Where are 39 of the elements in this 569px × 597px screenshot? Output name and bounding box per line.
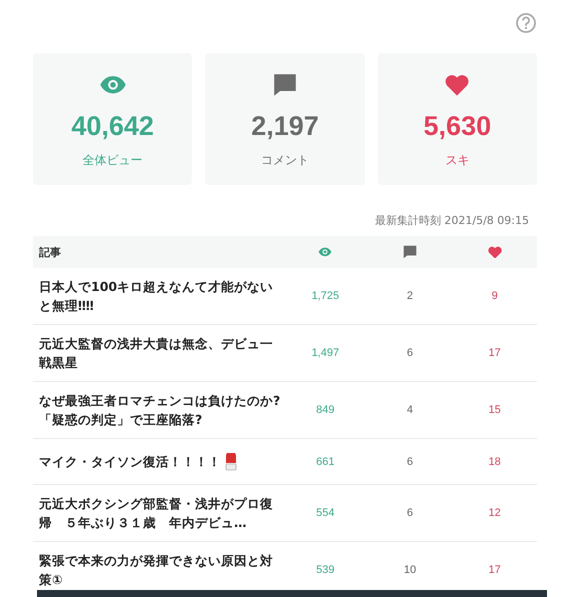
table-cell-text: 661	[315, 456, 336, 468]
table-cell-text: 6	[406, 507, 414, 519]
article-title-link[interactable]: マイク・タイソン復活！！！！	[39, 452, 221, 471]
table-cell-text: 539	[315, 564, 336, 576]
article-title-link[interactable]: なぜ最強王者ロマチェンコは負けたのか?「疑惑の判定」で王座陥落?	[39, 391, 283, 429]
eye-icon	[318, 247, 332, 257]
table-cell-text: 2	[406, 290, 414, 302]
table-cell-text: 18	[488, 456, 502, 468]
table-cell-text: 554	[315, 507, 336, 519]
article-title-link[interactable]: 元近大監督の浅井大貴は無念、デビュ一戦黒星	[39, 334, 283, 372]
table-cell-text: 15	[488, 404, 502, 416]
table-cell-text: 17	[488, 347, 502, 359]
table-cell-text: 4	[406, 404, 414, 416]
stat-value: 2,197	[251, 111, 319, 142]
table-cell-text: 6	[406, 347, 414, 359]
table-cell-text: 9	[490, 290, 499, 302]
table-cell-text: 849	[315, 404, 336, 416]
stat-value: 40,642	[71, 111, 154, 142]
help-icon[interactable]	[515, 12, 537, 34]
speech-bubble-icon	[402, 245, 417, 259]
article-title-link[interactable]: 緊張で本来の力が発揮できない原因と対策①	[39, 551, 283, 589]
table-cell-text: 1,497	[310, 347, 340, 359]
updated-time: 最新集計時刻 2021/5/8 09:15	[374, 213, 530, 228]
heart-icon	[488, 246, 502, 258]
table-cell-text: 12	[488, 507, 502, 519]
article-title-link[interactable]: 日本人で100キロ超えなんて才能がないと無理‼‼	[39, 277, 283, 315]
stat-label: 全体ビュー	[82, 152, 143, 169]
table-cell-text: 10	[402, 564, 418, 576]
speech-bubble-icon	[272, 73, 297, 97]
table-cell-text: 1,725	[310, 290, 340, 302]
stat-label: コメント	[260, 152, 309, 169]
stat-label: スキ	[445, 152, 470, 169]
table-cell-text: 17	[488, 564, 502, 576]
table-cell-text: 6	[406, 456, 414, 468]
article-title-link[interactable]: 元近大ボクシング部監督・浅井がプロ復帰 ５年ぶり３１歳 年内デビュ…	[39, 494, 283, 532]
heart-icon	[445, 74, 470, 96]
eye-icon	[98, 75, 127, 95]
stat-value: 5,630	[424, 111, 492, 142]
column-header: 記事	[39, 244, 61, 260]
